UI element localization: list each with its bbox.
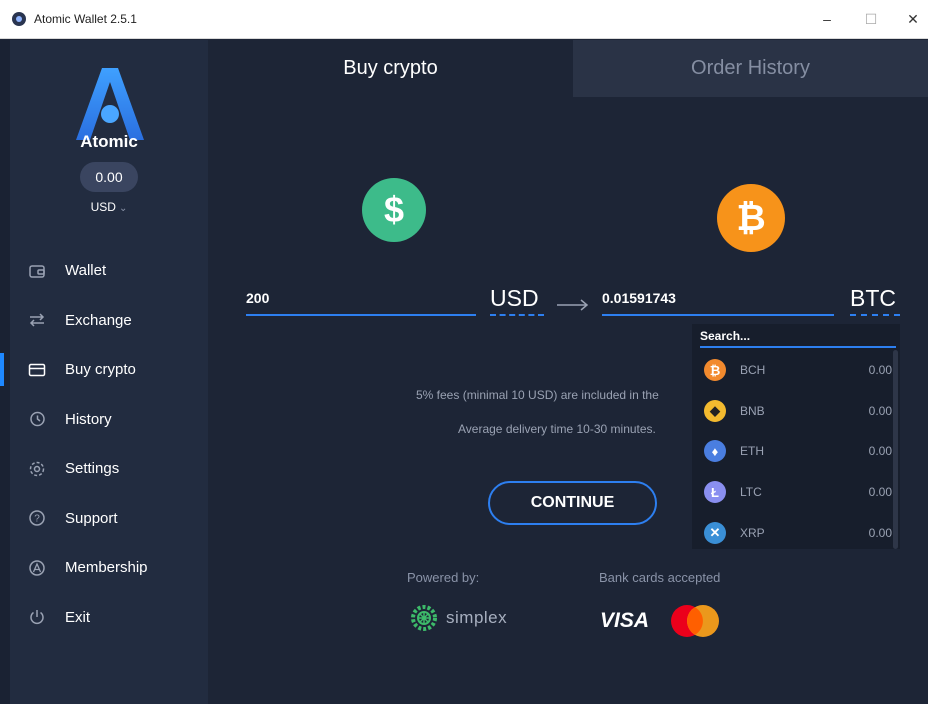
sidebar-item-wallet[interactable]: Wallet: [10, 246, 208, 296]
list-item[interactable]: ₿ BCH 0.00: [692, 350, 892, 391]
exchange-icon: [26, 309, 48, 331]
ltc-icon: Ł: [704, 481, 726, 504]
atomic-logo-icon: [76, 68, 144, 140]
sidebar-item-support[interactable]: ? Support: [10, 494, 208, 544]
sidebar-item-membership[interactable]: Membership: [10, 543, 208, 593]
eth-icon: ♦: [704, 440, 726, 463]
coin-balance: 0.00: [868, 363, 892, 378]
sidebar-item-buy-crypto[interactable]: Buy crypto: [0, 345, 208, 395]
to-currency-select[interactable]: BTC: [850, 285, 896, 312]
window-title: Atomic Wallet 2.5.1: [34, 12, 137, 26]
arrow-right-icon: [557, 299, 589, 311]
list-item[interactable]: ✕ XRP 0.00: [692, 512, 892, 553]
coin-symbol: BCH: [740, 363, 766, 378]
list-item[interactable]: Ł LTC 0.00: [692, 472, 892, 513]
currency-search-input[interactable]: [700, 326, 896, 348]
usd-coin-icon: $: [362, 178, 426, 242]
sidebar-item-exit[interactable]: Exit: [10, 593, 208, 643]
btc-coin-icon: ₿: [717, 184, 785, 252]
sidebar-item-label: Settings: [65, 460, 120, 478]
sidebar-item-exchange[interactable]: Exchange: [10, 296, 208, 346]
coin-balance: 0.00: [868, 525, 892, 540]
tab-order-history[interactable]: Order History: [573, 40, 928, 97]
buy-card-icon: [26, 359, 48, 381]
list-item[interactable]: ♦ ETH 0.00: [692, 431, 892, 472]
coin-balance: 0.00: [868, 485, 892, 500]
dropdown-scrollbar[interactable]: [893, 350, 898, 549]
delivery-note: Average delivery time 10-30 minutes.: [458, 422, 656, 436]
sidebar-item-label: Membership: [65, 559, 148, 577]
btc-amount-input[interactable]: [602, 288, 834, 316]
brand-name: Atomic: [80, 132, 138, 151]
simplex-wordmark: simplex: [446, 608, 508, 627]
chevron-down-icon: ⌄: [118, 203, 128, 214]
close-button[interactable]: ✕: [902, 8, 924, 30]
simplex-gear-icon: [411, 605, 437, 631]
bch-icon: ₿: [704, 359, 726, 382]
sidebar-item-label: Wallet: [65, 262, 107, 280]
coin-symbol: BNB: [740, 403, 765, 418]
simplex-logo[interactable]: simplex: [408, 602, 507, 634]
list-item[interactable]: ◆ BNB 0.00: [692, 391, 892, 432]
sidebar-item-label: Support: [65, 509, 118, 527]
coin-balance: 0.00: [868, 403, 892, 418]
minimize-button[interactable]: –: [816, 8, 838, 30]
history-icon: [26, 408, 48, 430]
sidebar-item-label: History: [65, 410, 112, 428]
currency-select[interactable]: USD ⌄: [10, 200, 208, 214]
bank-cards-label: Bank cards accepted: [599, 570, 721, 585]
coin-balance: 0.00: [868, 444, 892, 459]
sidebar-item-label: Exit: [65, 608, 91, 626]
wallet-icon: [26, 260, 48, 282]
from-currency-select[interactable]: USD: [490, 285, 539, 312]
app-logo-icon: [12, 12, 26, 26]
window-titlebar: Atomic Wallet 2.5.1 – ☐ ✕: [0, 0, 928, 39]
fees-note: 5% fees (minimal 10 USD) are included in…: [416, 388, 659, 402]
sidebar-item-settings[interactable]: Settings: [10, 444, 208, 494]
coin-symbol: ETH: [740, 444, 764, 459]
coin-symbol: XRP: [740, 525, 765, 540]
sidebar-item-label: Exchange: [65, 311, 132, 329]
currency-label: USD: [90, 200, 116, 214]
visa-logo: VISA: [600, 609, 650, 632]
continue-button[interactable]: CONTINUE: [488, 481, 657, 525]
to-currency-underline: [850, 314, 900, 316]
xrp-icon: ✕: [704, 521, 726, 544]
currency-list: ₿ BCH 0.00 ◆ BNB 0.00 ♦ ETH 0.00 Ł LTC 0…: [692, 350, 892, 553]
power-icon: [26, 606, 48, 628]
usd-amount-input[interactable]: [246, 288, 476, 316]
svg-text:?: ?: [34, 514, 40, 525]
sidebar-item-label: Buy crypto: [65, 361, 136, 379]
mastercard-logo-icon: [671, 605, 719, 637]
currency-dropdown: ₿ BCH 0.00 ◆ BNB 0.00 ♦ ETH 0.00 Ł LTC 0…: [692, 324, 900, 549]
sidebar: Atomic 0.00 USD ⌄ Wallet Exchange Buy cry…: [0, 40, 208, 704]
bnb-icon: ◆: [704, 399, 726, 422]
balance-display: 0.00: [80, 162, 138, 192]
powered-by-label: Powered by:: [407, 570, 480, 585]
support-icon: ?: [26, 507, 48, 529]
membership-icon: [26, 557, 48, 579]
maximize-button[interactable]: ☐: [860, 8, 882, 30]
sidebar-item-history[interactable]: History: [10, 395, 208, 445]
main-panel: Buy crypto Order History $ ₿ USD BTC 5% …: [208, 40, 928, 704]
settings-icon: [26, 458, 48, 480]
coin-symbol: LTC: [740, 485, 762, 500]
sidebar-nav: Wallet Exchange Buy crypto History Setti…: [0, 246, 208, 643]
tab-buy-crypto[interactable]: Buy crypto: [208, 40, 573, 97]
from-currency-underline: [490, 314, 544, 316]
